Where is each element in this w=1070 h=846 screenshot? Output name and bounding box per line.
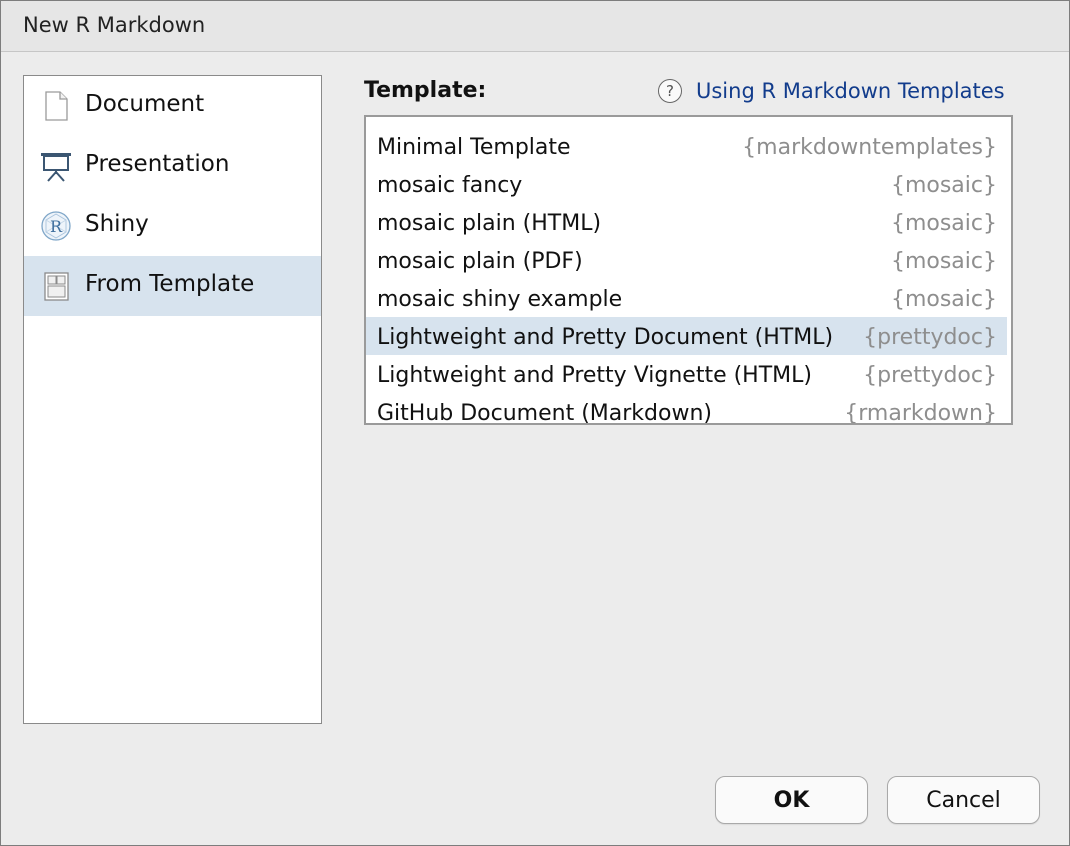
template-list[interactable]: Minimal Template {markdowntemplates} mos… [364,115,1013,425]
template-name: mosaic fancy [377,173,523,198]
template-name: GitHub Document (Markdown) [377,401,712,425]
type-item-shiny[interactable]: R Shiny [24,196,321,256]
template-package: {mosaic} [890,173,997,198]
help-link-text[interactable]: Using R Markdown Templates [696,79,1005,103]
template-name: mosaic plain (PDF) [377,249,583,274]
type-item-presentation[interactable]: Presentation [24,136,321,196]
cancel-button[interactable]: Cancel [887,776,1040,824]
template-row[interactable]: mosaic plain (HTML) {mosaic} [366,203,1007,241]
svg-text:R: R [50,217,63,236]
template-package: {rmarkdown} [844,401,997,425]
document-type-list: Document Presentation R Shiny From Templ… [23,75,322,724]
template-row[interactable]: GitHub Document (Markdown) {rmarkdown} [366,393,1007,425]
template-package: {prettydoc} [863,325,997,350]
template-package: {prettydoc} [863,363,997,388]
template-row[interactable]: mosaic shiny example {mosaic} [366,279,1007,317]
type-item-document[interactable]: Document [24,76,321,136]
template-package: {mosaic} [890,211,997,236]
shiny-r-icon: R [40,210,72,242]
document-icon [40,90,72,122]
question-circle-icon: ? [658,79,682,103]
ok-button[interactable]: OK [715,776,868,824]
template-row[interactable]: Lightweight and Pretty Vignette (HTML) {… [366,355,1007,393]
type-item-from-template[interactable]: From Template [24,256,321,316]
template-label: Template: [364,78,487,103]
template-row[interactable]: mosaic fancy {mosaic} [366,165,1007,203]
template-row[interactable]: mosaic plain (PDF) {mosaic} [366,241,1007,279]
template-package: {mosaic} [890,249,997,274]
template-name: Lightweight and Pretty Vignette (HTML) [377,363,812,388]
title-bar[interactable]: New R Markdown [1,1,1069,52]
type-item-label: Document [85,91,205,117]
window-title: New R Markdown [23,13,206,37]
new-r-markdown-dialog: New R Markdown Document Presentation R S… [0,0,1070,846]
template-name: mosaic shiny example [377,287,623,312]
template-package: {markdowntemplates} [742,135,997,160]
template-row-selected[interactable]: Lightweight and Pretty Document (HTML) {… [366,317,1007,355]
template-name: Lightweight and Pretty Document (HTML) [377,325,834,350]
template-name: mosaic plain (HTML) [377,211,602,236]
template-name: Minimal Template [377,135,571,160]
presentation-icon [40,150,72,182]
type-item-label: Shiny [85,211,149,237]
type-item-label: From Template [85,271,255,297]
template-package: {mosaic} [890,287,997,312]
type-item-label: Presentation [85,151,230,177]
template-row[interactable]: Minimal Template {markdowntemplates} [366,127,1007,165]
template-icon [40,270,72,302]
